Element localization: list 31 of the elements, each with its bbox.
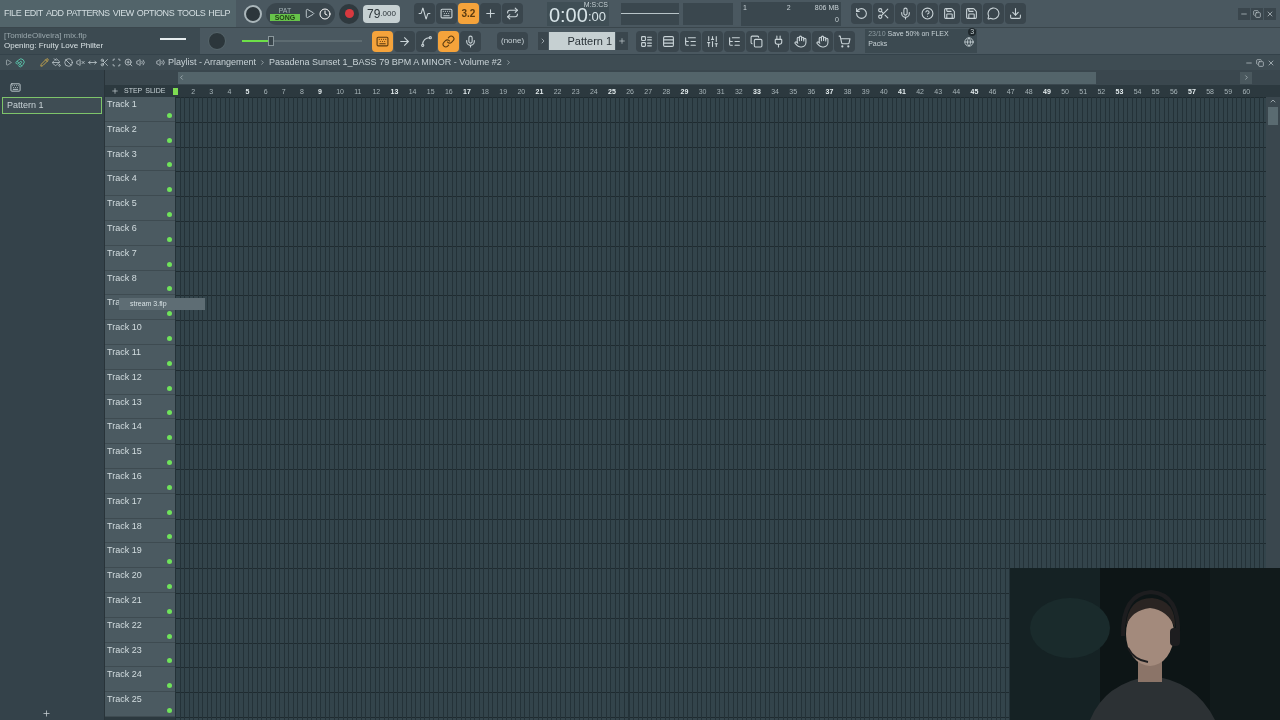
track-name: Track 8 [107, 271, 137, 285]
hint-title: [TomideOliveira] mix.flp [4, 31, 87, 41]
track-name: Track 3 [107, 147, 137, 161]
track-name: Track 18 [107, 519, 142, 533]
track-name: Track 6 [107, 222, 137, 235]
track-name: Track 7 [107, 246, 137, 260]
track-name: Track 19 [107, 544, 142, 558]
playlist-title: Playlist - Arrangement [168, 55, 257, 69]
track-name: Track 15 [107, 445, 142, 459]
track-name: Track 21 [107, 593, 142, 607]
track-name: Track 23 [107, 643, 142, 657]
track-name: Track 22 [107, 618, 142, 632]
tempo-fraction: .000 [380, 7, 396, 20]
track-name: Track 14 [107, 420, 142, 434]
project-name: Pasadena Sunset 1_BASS 79 BPM A MINOR - Volume #2 [269, 55, 502, 69]
track-name: Track 5 [107, 197, 137, 211]
track-name: Track 13 [107, 395, 142, 409]
track-name: Track 10 [107, 321, 142, 335]
hint-message: Opening: Fruity Love Philter [4, 41, 104, 51]
track-name: Track 2 [107, 122, 137, 136]
track-name: Track 24 [107, 668, 142, 682]
track-name: Track 12 [107, 370, 142, 384]
tempo-value: 79 [367, 5, 381, 23]
time-centiseconds: :00 [587, 8, 606, 26]
track-name: Track 4 [107, 172, 137, 186]
track-name: Track 17 [107, 494, 142, 508]
track-name: Track 25 [107, 693, 142, 707]
track-name: Track 1 [107, 98, 137, 111]
track-name: Track 16 [107, 469, 142, 483]
track-name: Track 11 [107, 345, 141, 359]
track-name: Track 20 [107, 569, 142, 583]
